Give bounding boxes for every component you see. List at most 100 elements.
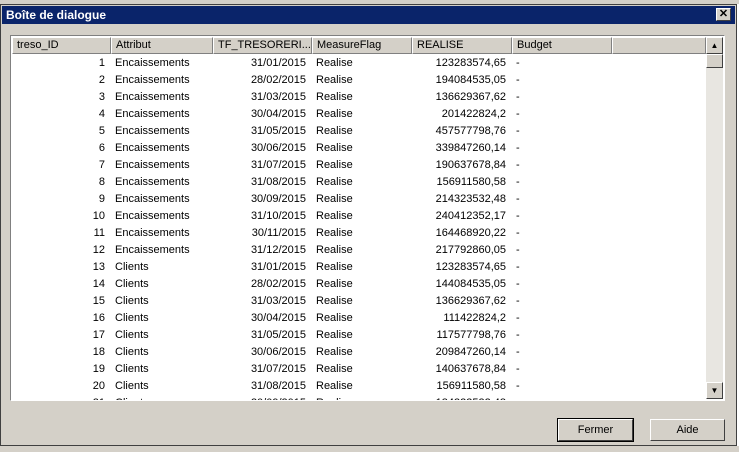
table-cell: 7 xyxy=(98,159,105,171)
table-cell: 30/04/2015 xyxy=(250,312,306,324)
table-cell: Encaissements xyxy=(115,244,190,256)
table-row[interactable]: 16 Clients 30/04/2015 Realise 111422824,2- xyxy=(12,310,706,327)
table-row[interactable]: 13 Clients 31/01/2015 Realise 123283574,65- xyxy=(12,259,706,276)
table-row[interactable]: 7 Encaissements 31/07/2015 Realise 190637678… xyxy=(12,157,706,174)
column-header[interactable]: REALISE xyxy=(412,37,512,54)
table-cell: 31/05/2015 xyxy=(250,329,306,341)
table-cell: Encaissements xyxy=(115,125,190,137)
table-cell: 164468920,22 xyxy=(435,227,506,239)
table-cell: Realise xyxy=(316,227,353,239)
table-cell: 14 xyxy=(92,278,105,290)
table-row[interactable]: 1 Encaissements 31/01/2015 Realise 123283574… xyxy=(12,55,706,72)
table-cell: 190637678,84 xyxy=(435,159,506,171)
table-row[interactable]: 11 Encaissements 30/11/2015 Realise 16446892… xyxy=(12,225,706,242)
table-cell: 123283574,65 xyxy=(435,261,506,273)
table-cell: - xyxy=(512,395,612,400)
table-cell: Realise xyxy=(316,159,353,171)
table-row[interactable]: 6 Encaissements 30/06/2015 Realise 339847260… xyxy=(12,140,706,157)
table-cell: 28/02/2015 xyxy=(250,278,306,290)
background-app-bottom xyxy=(0,446,739,452)
table-cell: 30/06/2015 xyxy=(250,142,306,154)
table-cell: 30/04/2015 xyxy=(250,108,306,120)
table-cell: 217792860,05 xyxy=(435,244,506,256)
title-bar[interactable]: Boîte de dialogue ✕ xyxy=(2,6,735,24)
table-row[interactable]: 20 Clients 31/08/2015 Realise 156911580,58- xyxy=(12,378,706,395)
grid-body[interactable]: 1 Encaissements 31/01/2015 Realise 123283574… xyxy=(12,55,706,400)
table-cell: Realise xyxy=(316,74,353,86)
table-row[interactable]: 12 Encaissements 31/12/2015 Realise 21779286… xyxy=(12,242,706,259)
table-cell: - xyxy=(516,295,520,307)
table-cell: - xyxy=(516,176,520,188)
table-cell: 144084535,05 xyxy=(435,278,506,290)
table-cell: 19 xyxy=(92,363,105,375)
table-cell: 156911580,58 xyxy=(436,380,506,392)
table-row[interactable]: 19 Clients 31/07/2015 Realise 140637678,84- xyxy=(12,361,706,378)
table-cell: - xyxy=(516,108,520,120)
table-cell: - xyxy=(516,329,520,341)
table-cell: - xyxy=(516,261,520,273)
table-cell: Realise xyxy=(316,57,353,69)
help-button[interactable]: Aide xyxy=(650,419,725,441)
column-header[interactable]: treso_ID xyxy=(12,37,111,54)
table-row[interactable]: 10 Encaissements 31/10/2015 Realise 24041235… xyxy=(12,208,706,225)
table-cell: 123283574,65 xyxy=(435,57,506,69)
table-cell: 184323532,48 xyxy=(412,395,512,400)
table-row[interactable]: 14 Clients 28/02/2015 Realise 144084535,05- xyxy=(12,276,706,293)
table-row[interactable]: 18 Clients 30/06/2015 Realise 209847260,14- xyxy=(12,344,706,361)
table-cell: 31/10/2015 xyxy=(250,210,306,222)
table-cell: - xyxy=(516,57,520,69)
column-header[interactable]: TF_TRESORERI... xyxy=(213,37,312,54)
close-icon[interactable]: ✕ xyxy=(716,8,731,21)
table-cell: - xyxy=(516,380,520,392)
table-cell: 8 xyxy=(98,176,105,188)
table-row[interactable]: 3 Encaissements 31/03/2015 Realise 136629367… xyxy=(12,89,706,106)
table-cell: 31/08/2015 xyxy=(250,176,306,188)
table-cell: 31/08/2015 xyxy=(250,380,306,392)
table-row[interactable]: 4 Encaissements 30/04/2015 Realise 201422824… xyxy=(12,106,706,123)
table-cell: 16 xyxy=(92,312,105,324)
table-cell: Realise xyxy=(316,108,353,120)
table-cell: 31/05/2015 xyxy=(250,125,306,137)
table-cell: Encaissements xyxy=(115,227,190,239)
table-cell: Realise xyxy=(316,261,353,273)
table-cell: Clients xyxy=(115,380,149,392)
table-cell: 201422824,2 xyxy=(441,108,506,120)
table-cell: Clients xyxy=(115,312,149,324)
table-cell: - xyxy=(516,346,520,358)
column-header[interactable]: Budget xyxy=(512,37,612,54)
close-button[interactable]: Fermer xyxy=(557,418,634,442)
table-row[interactable]: 5 Encaissements 31/05/2015 Realise 457577798… xyxy=(12,123,706,140)
column-header[interactable]: MeasureFlag xyxy=(312,37,412,54)
table-cell: 31/07/2015 xyxy=(250,363,306,375)
table-cell: 136629367,62 xyxy=(435,295,506,307)
scroll-thumb[interactable] xyxy=(706,54,723,68)
table-cell: 11 xyxy=(93,227,105,239)
table-cell: 28/02/2015 xyxy=(250,74,306,86)
table-cell: Realise xyxy=(316,142,353,154)
data-grid[interactable]: treso_ID Attribut TF_TRESORERI... MeasureFl… xyxy=(10,35,725,401)
scroll-down-arrow-icon[interactable]: ▼ xyxy=(706,382,723,399)
column-header[interactable]: Attribut xyxy=(111,37,213,54)
table-cell: Clients xyxy=(111,395,213,400)
scroll-up-arrow-icon[interactable]: ▲ xyxy=(706,37,723,54)
table-cell: Clients xyxy=(115,346,149,358)
table-cell: - xyxy=(516,227,520,239)
table-row[interactable]: 15 Clients 31/03/2015 Realise 136629367,62- xyxy=(12,293,706,310)
table-cell: 2 xyxy=(98,74,105,86)
table-row[interactable]: 9 Encaissements 30/09/2015 Realise 214323532… xyxy=(12,191,706,208)
table-cell: Encaissements xyxy=(115,91,190,103)
table-row[interactable]: 2 Encaissements 28/02/2015 Realise 194084535… xyxy=(12,72,706,89)
table-cell: Clients xyxy=(115,278,149,290)
table-cell: 30/06/2015 xyxy=(250,346,306,358)
table-row[interactable]: 17 Clients 31/05/2015 Realise 117577798,76- xyxy=(12,327,706,344)
table-cell: Realise xyxy=(316,312,353,324)
table-cell: 457577798,76 xyxy=(435,125,506,137)
table-cell: Realise xyxy=(316,91,353,103)
table-cell: - xyxy=(516,312,520,324)
table-cell: - xyxy=(516,74,520,86)
table-row[interactable]: 21Clients30/09/2015Realise184323532,48- xyxy=(12,395,706,400)
table-cell: 31/03/2015 xyxy=(250,295,306,307)
table-cell: Realise xyxy=(316,210,353,222)
vertical-scrollbar[interactable]: ▲ ▼ xyxy=(706,37,723,399)
table-row[interactable]: 8 Encaissements 31/08/2015 Realise 156911580… xyxy=(12,174,706,191)
